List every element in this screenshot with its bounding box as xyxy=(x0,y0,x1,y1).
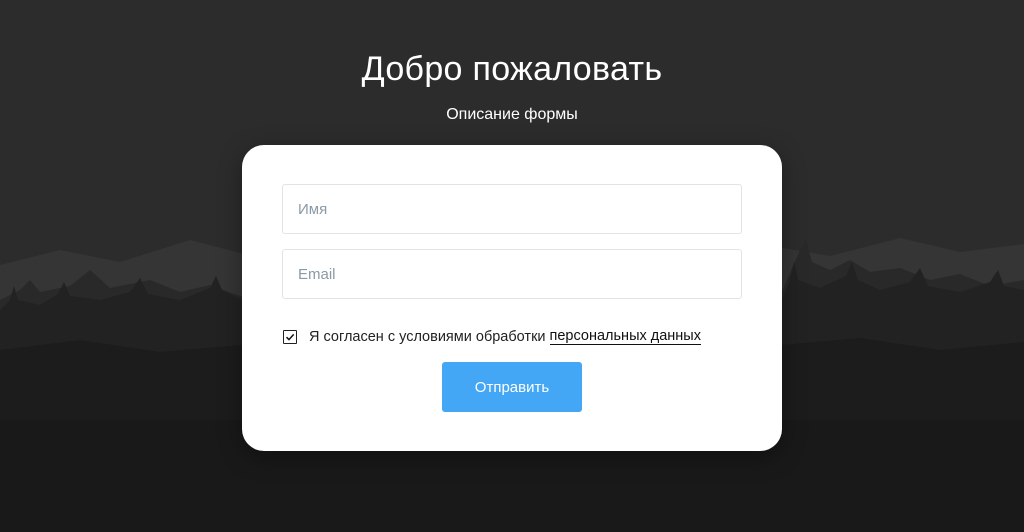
email-input[interactable] xyxy=(282,249,742,299)
page-title: Добро пожаловать xyxy=(361,50,663,88)
submit-button[interactable]: Отправить xyxy=(442,362,582,412)
page-background: Добро пожаловать Описание формы Я соглас… xyxy=(0,0,1024,532)
consent-row: Я согласен с условиями обработки персона… xyxy=(283,327,701,347)
consent-text: Я согласен с условиями обработки xyxy=(309,329,546,345)
consent-checkbox[interactable] xyxy=(283,330,297,344)
checkmark-icon xyxy=(285,333,295,341)
form-card: Я согласен с условиями обработки персона… xyxy=(242,145,782,451)
name-input[interactable] xyxy=(282,184,742,234)
page-subtitle: Описание формы xyxy=(446,106,578,123)
personal-data-link[interactable]: персональных данных xyxy=(549,329,701,345)
